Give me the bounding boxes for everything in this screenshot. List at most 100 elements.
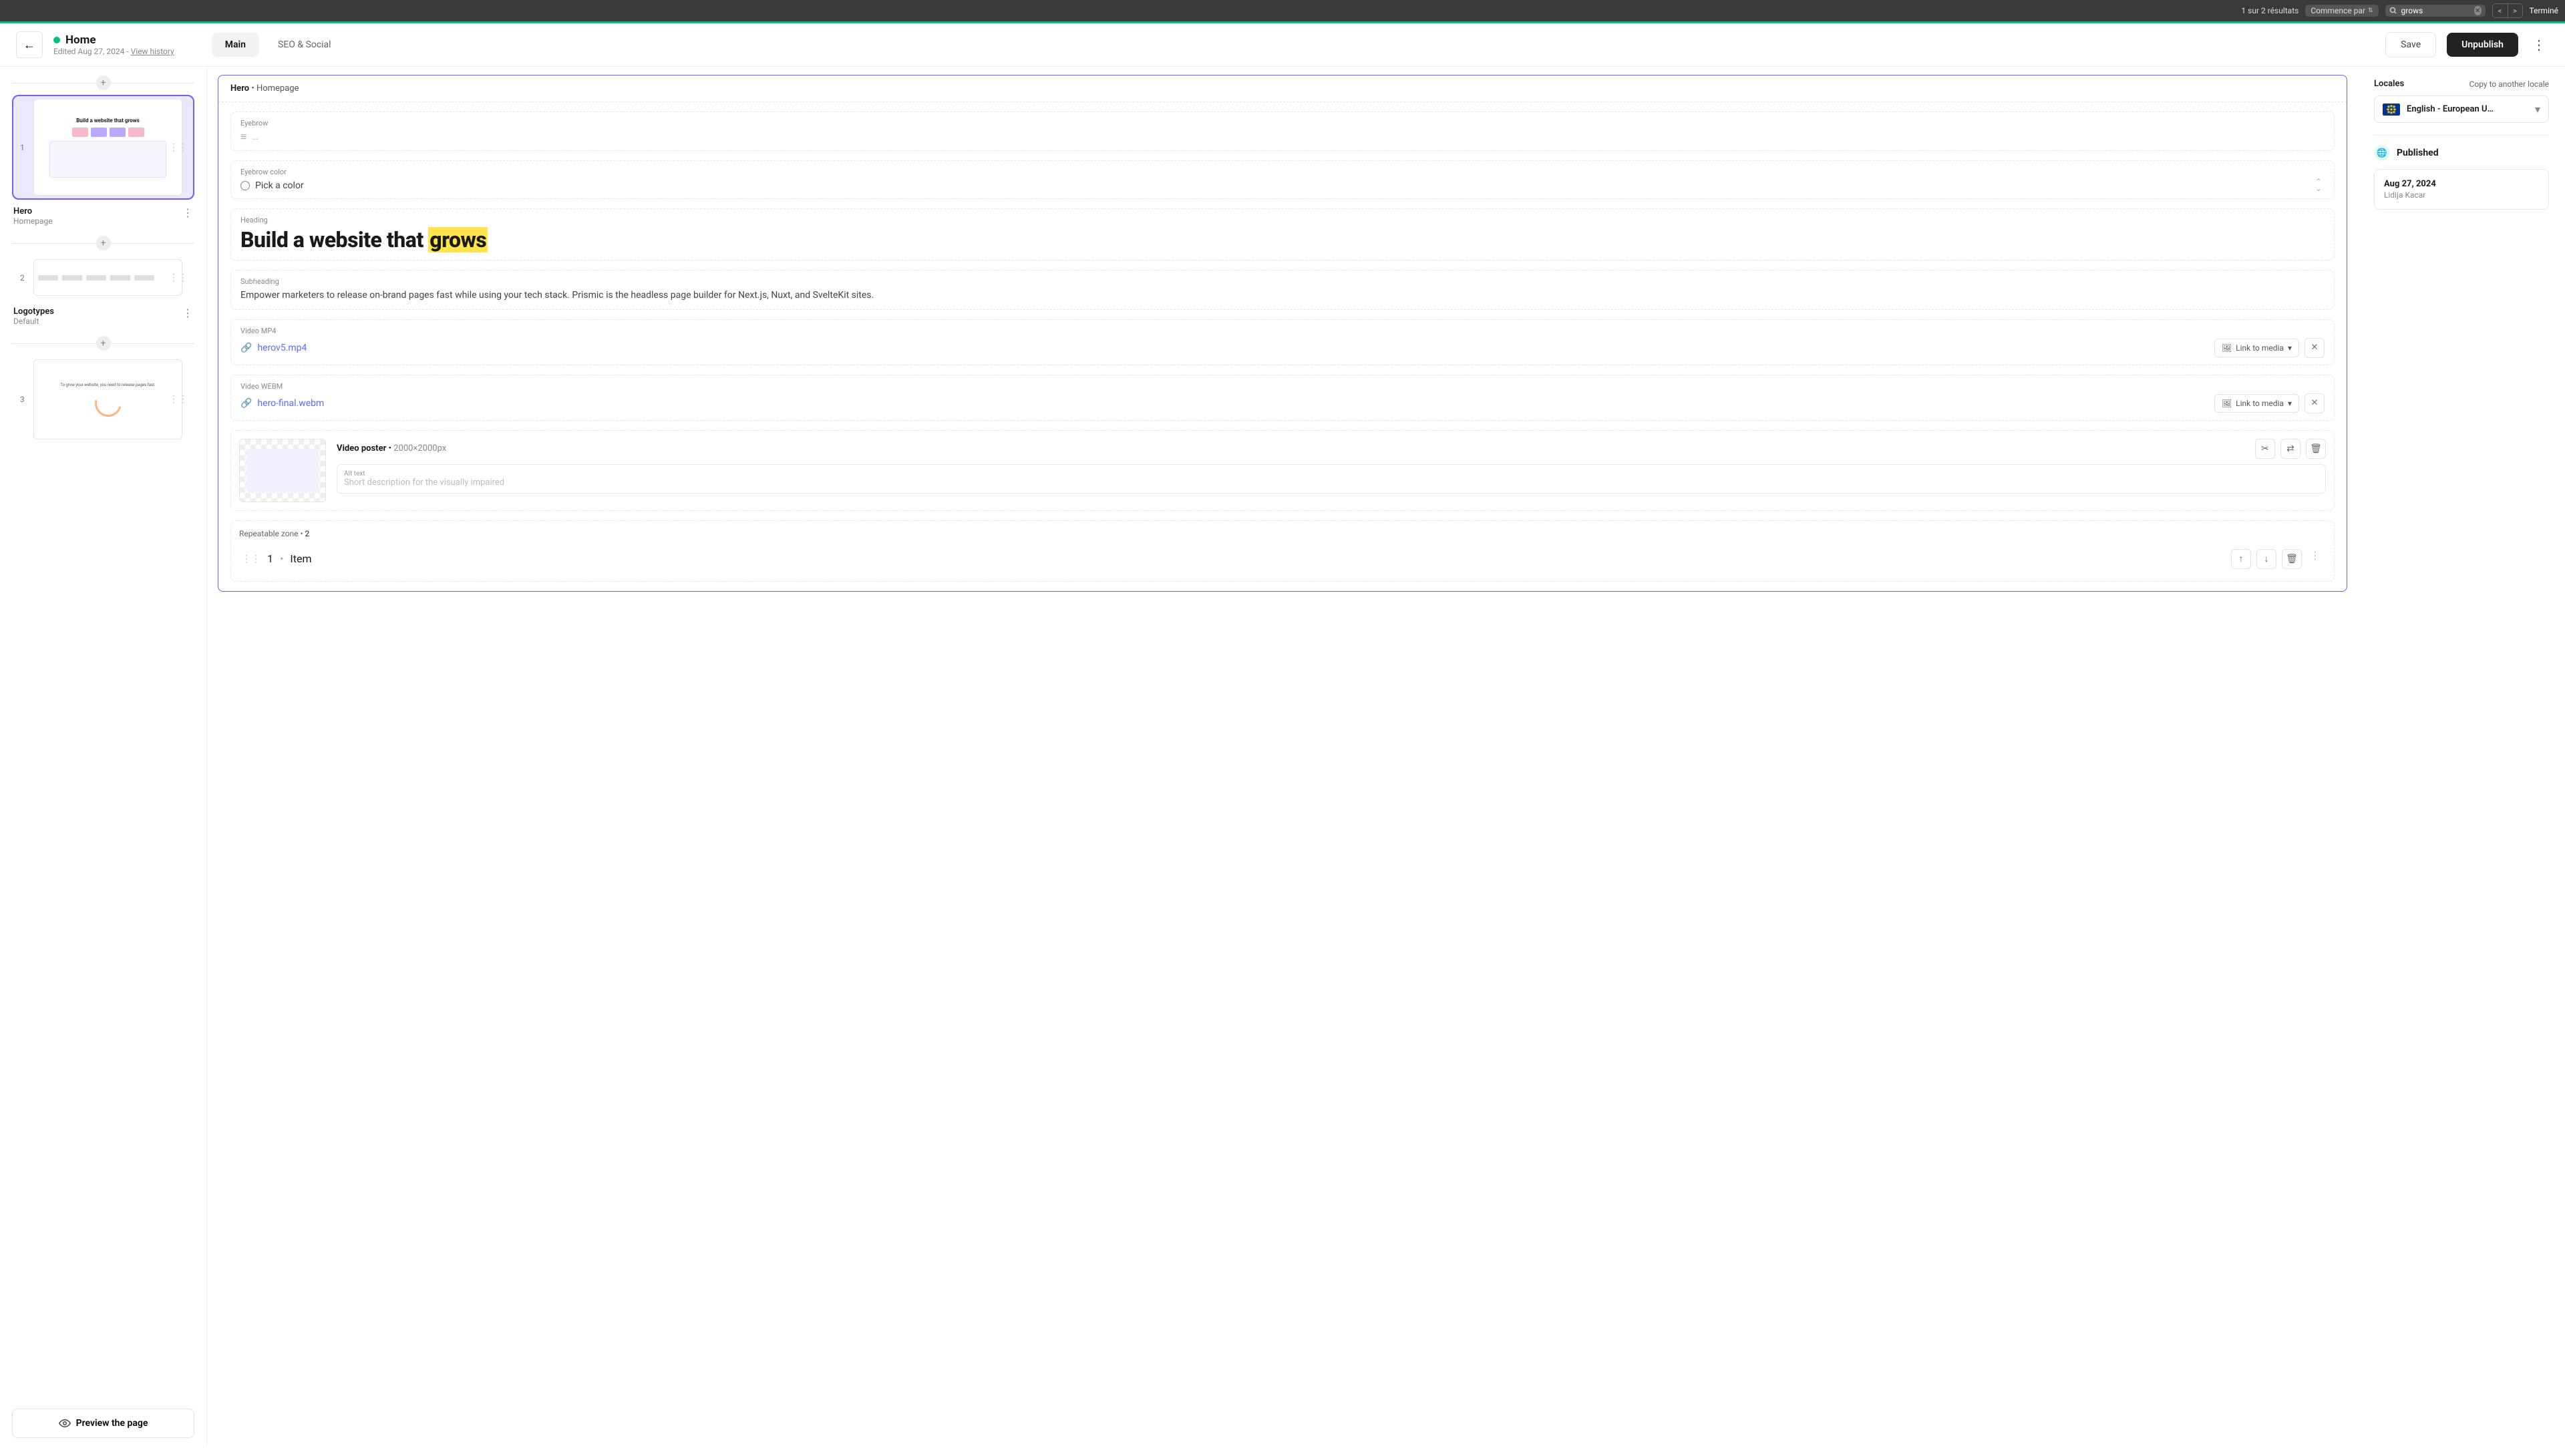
- publish-status: 🌐 Published: [2374, 145, 2549, 161]
- eye-icon: [59, 1417, 71, 1429]
- slice-name: Logotypes: [13, 307, 54, 317]
- replace-button[interactable]: ⇄: [2280, 439, 2300, 459]
- eu-flag-icon: [2383, 104, 2400, 116]
- alt-placeholder: Short description for the visually impai…: [344, 478, 2319, 488]
- replace-icon: ⇄: [2286, 443, 2294, 454]
- subheading-value: Empower marketers to release on-brand pa…: [240, 289, 2325, 303]
- close-icon: ✕: [2311, 398, 2318, 408]
- find-input[interactable]: [2401, 6, 2471, 15]
- heading-field[interactable]: Heading Build a website that grows: [230, 208, 2335, 260]
- slice-menu-button[interactable]: ⋮: [182, 307, 193, 319]
- move-down-button[interactable]: ↓: [2256, 549, 2276, 569]
- link-to-media-button[interactable]: 🖼 Link to media ▾: [2214, 339, 2299, 357]
- drag-handle-icon[interactable]: ⋮⋮: [169, 142, 188, 153]
- video-webm-field: Video WEBM 🔗 hero-final.webm 🖼 Link to m…: [230, 375, 2335, 421]
- add-slice-line: +: [12, 235, 194, 251]
- image-icon: 🖼: [2222, 343, 2232, 353]
- chevron-down-icon: ▾: [2535, 103, 2540, 116]
- heading-value: Build a website that grows: [240, 227, 2325, 252]
- add-slice-button[interactable]: +: [96, 75, 111, 90]
- repzone-item[interactable]: ⋮⋮ 1 • Item ↑ ↓ 🗑 ⋮: [239, 545, 2326, 573]
- find-mode-label: Commence par: [2311, 6, 2365, 15]
- view-history-link[interactable]: View history: [131, 47, 174, 56]
- globe-icon: 🌐: [2374, 145, 2390, 161]
- video-mp4-field: Video MP4 🔗 herov5.mp4 🖼 Link to media ▾…: [230, 319, 2335, 365]
- delete-item-button[interactable]: 🗑: [2282, 549, 2302, 569]
- delete-button[interactable]: 🗑: [2306, 439, 2326, 459]
- poster-title: Video poster • 2000×2000px: [337, 443, 446, 453]
- find-done-button[interactable]: Terminé: [2530, 6, 2558, 15]
- panel-header: Hero • Homepage: [218, 75, 2347, 102]
- alt-text-input[interactable]: Alt text Short description for the visua…: [337, 464, 2326, 494]
- mp4-link[interactable]: herov5.mp4: [257, 343, 307, 353]
- find-next-button[interactable]: >: [2508, 4, 2522, 17]
- remove-media-button[interactable]: ✕: [2304, 393, 2325, 413]
- drag-handle-icon[interactable]: ⋮⋮: [169, 394, 188, 405]
- arrow-up-icon: ↑: [2239, 553, 2244, 564]
- copy-to-locale-link[interactable]: Copy to another locale: [2469, 79, 2549, 89]
- locale-name: English - European U…: [2407, 104, 2528, 114]
- browser-find-bar: 1 sur 2 résultats Commence par ⇅ ✕ < > T…: [0, 0, 2565, 21]
- move-up-button[interactable]: ↑: [2231, 549, 2251, 569]
- tabs: Main SEO & Social: [212, 33, 345, 57]
- drag-handle-icon[interactable]: ⋮⋮: [169, 272, 188, 283]
- poster-thumbnail[interactable]: [239, 439, 326, 502]
- find-mode-select[interactable]: Commence par ⇅: [2305, 5, 2378, 17]
- slice-number: 3: [20, 395, 25, 404]
- item-label: Item: [290, 552, 311, 565]
- kebab-icon: ⋮: [2532, 37, 2546, 53]
- arrow-left-icon: ←: [23, 38, 35, 52]
- slice-menu-button[interactable]: ⋮: [182, 206, 193, 219]
- slice-card-hero[interactable]: 1 Build a website that grows ⋮⋮: [12, 95, 194, 200]
- image-icon: 🖼: [2222, 399, 2232, 408]
- field-label: Video MP4: [240, 327, 2325, 335]
- grip-icon[interactable]: ⋮⋮: [242, 554, 261, 564]
- app-header: ← Home Edited Aug 27, 2024 - View histor…: [0, 23, 2565, 67]
- link-to-media-button[interactable]: 🖼 Link to media ▾: [2214, 394, 2299, 413]
- panel-title-name: Hero: [230, 83, 249, 94]
- slice-card-logotypes[interactable]: 2 ⋮⋮: [12, 255, 194, 300]
- link-icon: 🔗: [240, 343, 252, 353]
- edited-date: Edited Aug 27, 2024 -: [53, 47, 131, 56]
- field-label: Eyebrow color: [240, 168, 2325, 176]
- slice-thumbnail: To grow your website, you need to releas…: [33, 359, 182, 439]
- locale-select[interactable]: English - European U… ▾: [2374, 96, 2549, 123]
- link-to-media-label: Link to media: [2236, 343, 2284, 353]
- unpublish-button[interactable]: Unpublish: [2447, 33, 2518, 57]
- add-slice-button[interactable]: +: [96, 236, 111, 250]
- preview-page-button[interactable]: Preview the page: [12, 1409, 194, 1438]
- slice-thumbnail: [33, 259, 182, 296]
- add-slice-button[interactable]: +: [96, 336, 111, 351]
- kebab-icon[interactable]: ⋮: [2307, 549, 2323, 569]
- main-layout: + 1 Build a website that grows ⋮⋮ Hero H…: [0, 67, 2565, 1446]
- eyebrow-color-field[interactable]: Eyebrow color Pick a color ⌃⌄: [230, 160, 2335, 199]
- field-label: Video WEBM: [240, 382, 2325, 391]
- slice-meta: Logotypes Default ⋮: [12, 304, 194, 331]
- more-actions-button[interactable]: ⋮: [2529, 37, 2549, 53]
- webm-link[interactable]: hero-final.webm: [257, 398, 324, 409]
- find-nav: < >: [2492, 3, 2523, 18]
- find-prev-button[interactable]: <: [2493, 4, 2508, 17]
- back-button[interactable]: ←: [16, 31, 43, 58]
- tab-seo[interactable]: SEO & Social: [265, 33, 345, 57]
- arrow-down-icon: ↓: [2264, 553, 2269, 564]
- slice-variant: Homepage: [13, 216, 53, 226]
- alt-label: Alt text: [344, 470, 2319, 478]
- clear-icon[interactable]: ✕: [2474, 6, 2482, 15]
- chevron-updown-icon: ⇅: [2368, 8, 2373, 14]
- slice-meta: Hero Homepage ⋮: [12, 204, 194, 231]
- save-button[interactable]: Save: [2385, 32, 2436, 57]
- trash-icon: 🗑: [2310, 443, 2322, 454]
- crop-button[interactable]: ✂: [2255, 439, 2275, 459]
- slice-variant: Default: [13, 317, 54, 326]
- close-icon: ✕: [2311, 343, 2318, 353]
- revision-card[interactable]: Aug 27, 2024 Lidija Kacar: [2374, 169, 2549, 210]
- subheading-field[interactable]: Subheading Empower marketers to release …: [230, 270, 2335, 310]
- tab-main[interactable]: Main: [212, 33, 259, 57]
- paragraph-icon: ≡: [240, 130, 246, 144]
- eyebrow-field[interactable]: Eyebrow ≡ …: [230, 112, 2335, 151]
- remove-media-button[interactable]: ✕: [2304, 338, 2325, 358]
- slice-card-3[interactable]: 3 To grow your website, you need to rele…: [12, 355, 194, 443]
- find-search-box[interactable]: ✕: [2385, 5, 2486, 17]
- plus-icon: +: [101, 338, 106, 349]
